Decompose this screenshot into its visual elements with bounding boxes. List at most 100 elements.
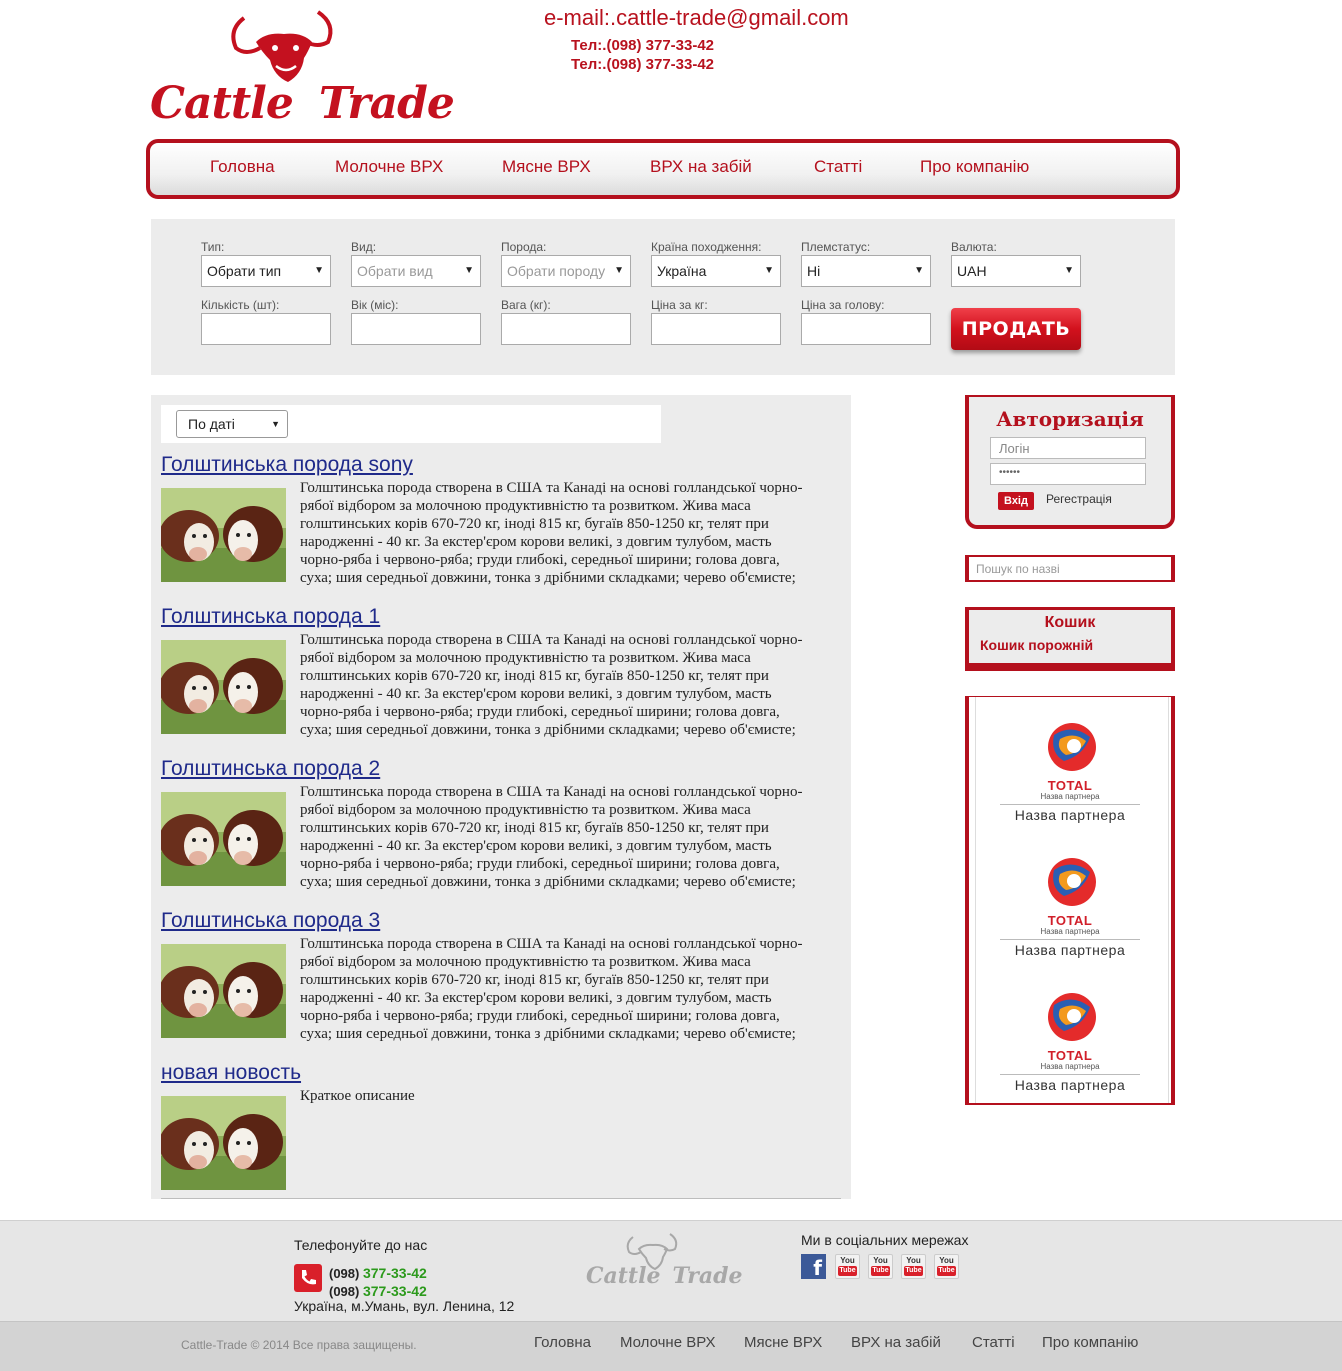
news-title-link[interactable]: Голштинська порода 1 <box>161 605 380 629</box>
kind-select[interactable]: Обрати вид ▼ <box>351 255 481 287</box>
youtube-you: You <box>906 1256 921 1265</box>
partner-logo <box>1044 856 1100 912</box>
search-placeholder: Пошук по назві <box>976 562 1060 576</box>
country-select[interactable]: Україна ▼ <box>651 255 781 287</box>
footer-logo-text: Cattle Trade <box>586 1263 743 1289</box>
footer-address: Україна, м.Умань, вул. Ленина, 12 <box>294 1298 515 1314</box>
weight-label: Вага (кг): <box>501 298 551 312</box>
partner-card[interactable]: TOTAL Назва партнера Назва партнера <box>969 721 1171 831</box>
sort-select[interactable]: По даті ▼ <box>176 410 288 438</box>
chevron-down-icon: ▼ <box>464 265 474 276</box>
nav-item-about[interactable]: Про компанію <box>920 157 1029 177</box>
footer-nav-beef[interactable]: Мясне ВРХ <box>744 1334 822 1351</box>
password-input[interactable]: •••••• <box>990 463 1146 485</box>
footer-nav-home[interactable]: Головна <box>534 1334 591 1351</box>
partner-logo <box>1044 991 1100 1047</box>
footer-phone[interactable]: (098) 377-33-42 <box>329 1265 427 1281</box>
youtube-icon[interactable]: You Tube <box>934 1254 959 1279</box>
youtube-icon[interactable]: You Tube <box>901 1254 926 1279</box>
quantity-input[interactable] <box>201 313 331 345</box>
copyright: Cattle-Trade © 2014 Все права защищены. <box>181 1338 417 1352</box>
news-excerpt: Краткое описание <box>300 1088 415 1104</box>
quantity-label: Кількість (шт): <box>201 298 280 312</box>
currency-select-value: UAH <box>957 263 987 279</box>
price-per-kg-input[interactable] <box>651 313 781 345</box>
cows-photo <box>161 792 286 886</box>
chevron-down-icon: ▼ <box>614 265 624 276</box>
facebook-icon[interactable]: f <box>801 1254 826 1280</box>
logo-text: Cattle Trade <box>150 78 455 129</box>
nav-item-dairy[interactable]: Молочне ВРХ <box>335 157 443 177</box>
cart-title[interactable]: Кошик <box>969 614 1171 632</box>
nav-item-beef[interactable]: Мясне ВРХ <box>502 157 591 177</box>
youtube-tube: Tube <box>904 1266 923 1276</box>
cows-photo <box>161 640 286 734</box>
news-thumbnail[interactable] <box>161 488 286 582</box>
chevron-down-icon: ▼ <box>764 265 774 276</box>
partner-card[interactable]: TOTAL Назва партнера Назва партнера <box>969 991 1171 1101</box>
pedigree-select-value: Ні <box>807 263 821 279</box>
age-label: Вік (міс): <box>351 298 399 312</box>
news-title-link[interactable]: Голштинська порода 3 <box>161 909 380 933</box>
currency-select[interactable]: UAH ▼ <box>951 255 1081 287</box>
price-per-head-input[interactable] <box>801 313 931 345</box>
divider <box>1000 939 1140 940</box>
news-excerpt: Голштинська порода створена в США та Кан… <box>300 632 803 738</box>
phone-icon <box>294 1264 322 1292</box>
sell-filter-panel: Тип: Обрати тип ▼ Вид: Обрати вид ▼ Порода… <box>151 219 1175 375</box>
sell-button[interactable]: ПРОДАТЬ <box>951 308 1081 350</box>
nav-item-slaughter[interactable]: ВРХ на забій <box>650 157 752 177</box>
type-select[interactable]: Обрати тип ▼ <box>201 255 331 287</box>
footer-nav-about[interactable]: Про компанію <box>1042 1334 1138 1351</box>
news-title-link[interactable]: Голштинська порода 2 <box>161 757 380 781</box>
auth-panel: Авторизація Логін •••••• Вхід Регестраці… <box>965 395 1175 529</box>
search-input[interactable]: Пошук по назві <box>965 555 1175 582</box>
nav-item-home[interactable]: Головна <box>210 157 275 177</box>
cows-photo <box>161 488 286 582</box>
youtube-icon[interactable]: You Tube <box>868 1254 893 1279</box>
footer-nav-dairy[interactable]: Молочне ВРХ <box>620 1334 716 1351</box>
partners-panel: TOTAL Назва партнера Назва партнера TOTA… <box>965 696 1175 1105</box>
bottom-bar: Cattle-Trade © 2014 Все права защищены. … <box>0 1321 1342 1371</box>
youtube-you: You <box>939 1256 954 1265</box>
page: Cattle Trade e-mail:.cattle-trade@gmail.c… <box>0 0 1342 1371</box>
login-input[interactable]: Логін <box>990 437 1146 459</box>
kind-label: Вид: <box>351 240 377 254</box>
sort-bar: По даті ▼ <box>161 405 661 443</box>
divider <box>161 1198 841 1199</box>
footer-phone[interactable]: (098) 377-33-42 <box>329 1283 427 1299</box>
register-link[interactable]: Регестрація <box>1046 492 1112 506</box>
weight-input[interactable] <box>501 313 631 345</box>
partner-brand: TOTAL <box>1047 1048 1093 1063</box>
news-title-link[interactable]: новая новость <box>161 1061 301 1085</box>
auth-title: Авторизація <box>996 407 1144 431</box>
total-logo-icon <box>1048 858 1096 906</box>
news-thumbnail[interactable] <box>161 1096 286 1190</box>
chevron-down-icon: ▼ <box>271 419 280 429</box>
contact-email[interactable]: e-mail:.cattle-trade@gmail.com <box>544 5 849 31</box>
country-label: Країна походження: <box>651 240 762 254</box>
divider <box>1000 1074 1140 1075</box>
login-button[interactable]: Вхід <box>998 492 1034 510</box>
news-list: По даті ▼ Голштинська порода sony Голштин… <box>151 395 851 1199</box>
youtube-icon[interactable]: You Tube <box>835 1254 860 1279</box>
news-title-link[interactable]: Голштинська порода sony <box>161 453 413 477</box>
age-input[interactable] <box>351 313 481 345</box>
site-logo[interactable]: Cattle Trade <box>150 8 455 129</box>
nav-item-articles[interactable]: Статті <box>814 157 862 177</box>
footer-logo[interactable]: Cattle Trade <box>586 1231 742 1295</box>
footer-nav-articles[interactable]: Статті <box>972 1334 1015 1351</box>
pedigree-select[interactable]: Ні ▼ <box>801 255 931 287</box>
divider <box>1000 804 1140 805</box>
contact-phone: Тел:.(098) 377-33-42 <box>571 37 715 54</box>
partner-card[interactable]: TOTAL Назва партнера Назва партнера <box>969 856 1171 966</box>
cow-head-icon <box>231 10 333 82</box>
cart-empty-status: Кошик порожній <box>980 637 1094 653</box>
breed-label: Порода: <box>501 240 547 254</box>
news-thumbnail[interactable] <box>161 792 286 886</box>
breed-select[interactable]: Обрати породу ▼ <box>501 255 631 287</box>
footer-nav-slaughter[interactable]: ВРХ на забій <box>851 1334 941 1351</box>
news-thumbnail[interactable] <box>161 944 286 1038</box>
news-thumbnail[interactable] <box>161 640 286 734</box>
type-label: Тип: <box>201 240 225 254</box>
